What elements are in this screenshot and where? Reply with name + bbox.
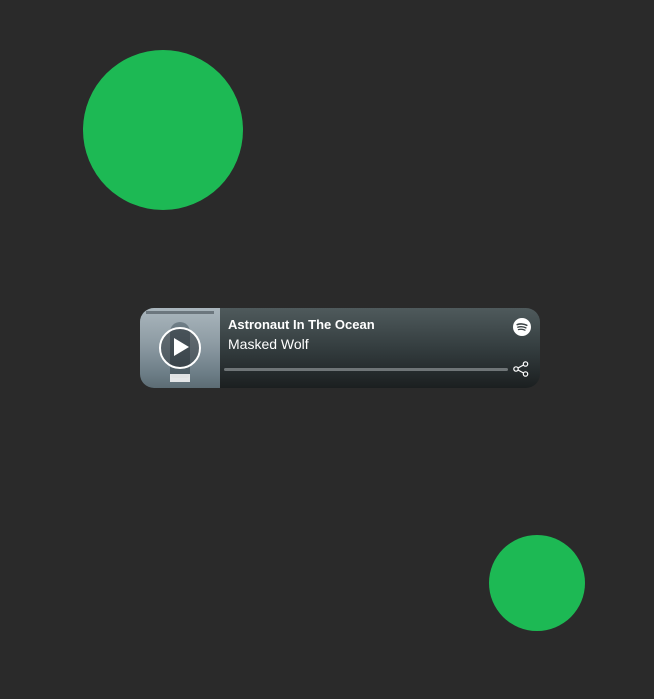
share-icon[interactable] xyxy=(513,361,529,377)
play-button[interactable] xyxy=(159,327,201,369)
spotify-icon[interactable] xyxy=(513,318,531,336)
decorative-green-circle-small xyxy=(489,535,585,631)
decorative-green-circle-large xyxy=(83,50,243,210)
album-cover xyxy=(140,308,220,388)
artist-name[interactable]: Masked Wolf xyxy=(228,336,309,353)
progress-bar[interactable] xyxy=(224,368,508,371)
track-title[interactable]: Astronaut In The Ocean xyxy=(228,317,375,333)
cover-art-caption-block xyxy=(170,374,190,382)
play-icon xyxy=(174,338,189,356)
cover-art-text-line xyxy=(146,311,214,314)
spotify-embed-player: Astronaut In The Ocean Masked Wolf xyxy=(140,308,540,388)
